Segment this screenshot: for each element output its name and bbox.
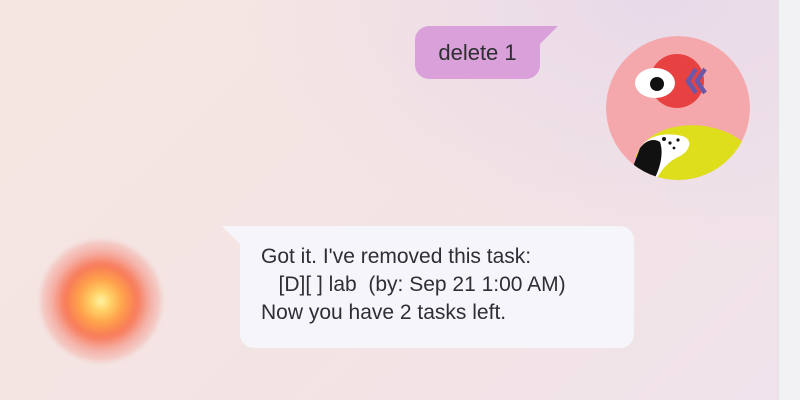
- user-avatar: [606, 36, 750, 180]
- chat-area: delete 1 Got it. I've removed this task:…: [0, 0, 778, 400]
- bot-message-line: Got it. I've removed this task:: [261, 245, 532, 268]
- user-bubble-tail: [540, 26, 558, 44]
- user-avatar-illustration: [606, 36, 750, 180]
- bot-message-bubble: Got it. I've removed this task: [D][ ] l…: [222, 226, 634, 348]
- user-message-bubble: delete 1: [415, 26, 558, 79]
- bot-avatar: [40, 240, 162, 362]
- bot-message-line: Now you have 2 tasks left.: [261, 301, 507, 324]
- bot-message-line: [D][ ] lab (by: Sep 21 1:00 AM): [261, 273, 566, 296]
- scrollbar-track[interactable]: [778, 0, 800, 400]
- user-message-text: delete 1: [438, 39, 517, 65]
- bot-bubble-tail: [222, 226, 240, 244]
